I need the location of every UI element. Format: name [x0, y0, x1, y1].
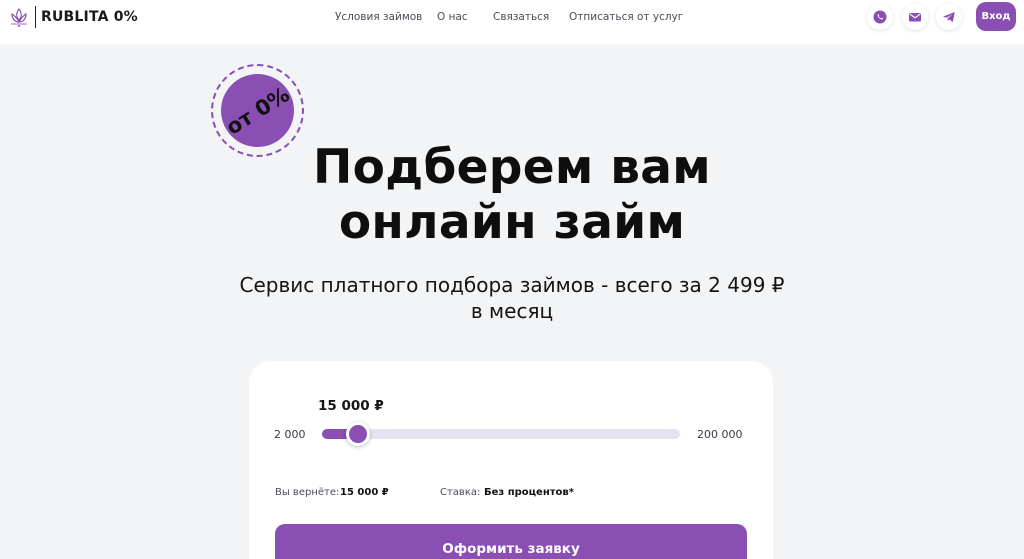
telegram-icon	[943, 12, 955, 22]
nav-item-loan-terms[interactable]: Условия займов	[335, 11, 422, 23]
slider-max-label: 200 000	[697, 428, 743, 441]
phone-button[interactable]	[867, 4, 893, 30]
return-label: Вы вернёте:	[275, 487, 340, 498]
phone-icon	[873, 10, 887, 24]
loan-amount: 15 000 ₽	[318, 398, 384, 414]
amount-slider-track[interactable]	[322, 429, 680, 439]
hero-subtitle: Сервис платного подбора займов - всего з…	[232, 272, 792, 324]
hero-title: Подберем вам онлайн займ	[262, 140, 762, 250]
rate-value: Без процентов*	[484, 487, 574, 498]
telegram-button[interactable]	[936, 4, 962, 30]
amount-slider-thumb[interactable]	[346, 422, 370, 446]
site-header: RUBLITA 0% Условия займов О нас Связатьс…	[0, 0, 1024, 44]
nav-item-about[interactable]: О нас	[437, 11, 468, 23]
return-value: 15 000 ₽	[340, 487, 389, 498]
hero-title-line-1: Подберем вам	[312, 140, 712, 195]
login-button[interactable]: Вход	[976, 2, 1016, 31]
hero-subtitle-line-1: Сервис платного подбора займов - всего з…	[239, 273, 785, 297]
promo-badge: от 0%	[221, 74, 294, 147]
slider-min-label: 2 000	[274, 428, 306, 441]
nav-item-contact[interactable]: Связаться	[493, 11, 549, 23]
mail-button[interactable]	[902, 4, 928, 30]
hero-subtitle-line-2: в месяц	[470, 299, 554, 323]
promo-badge-text: от 0%	[221, 81, 294, 140]
mail-icon	[909, 13, 921, 22]
submit-application-button[interactable]: Оформить заявку	[275, 524, 747, 559]
hero-title-line-2: онлайн займ	[338, 195, 686, 250]
rate-label: Ставка:	[440, 487, 481, 498]
nav-item-unsubscribe[interactable]: Отписаться от услуг	[569, 11, 683, 23]
